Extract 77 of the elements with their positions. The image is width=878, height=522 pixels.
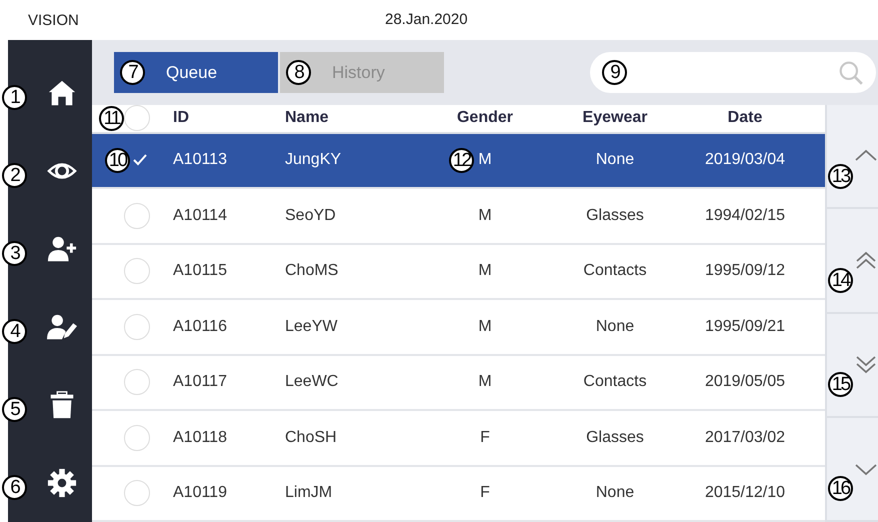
table-cell: 2019/05/05 bbox=[704, 373, 786, 390]
table-cell: A10119 bbox=[173, 484, 227, 502]
table-cell: None bbox=[596, 151, 634, 168]
settings-icon bbox=[47, 468, 77, 498]
table-cell: Glasses bbox=[586, 206, 644, 224]
callout-number: 2 bbox=[2, 163, 27, 188]
table-cell: A10115 bbox=[173, 262, 227, 280]
table-cell: ChoSH bbox=[285, 428, 337, 446]
table-cell: M bbox=[478, 151, 492, 168]
column-header: ID bbox=[172, 109, 190, 128]
table-cell: None bbox=[596, 484, 634, 502]
search-field[interactable]: 9 bbox=[590, 52, 876, 93]
column-header: Date bbox=[726, 109, 764, 128]
row-checkbox[interactable] bbox=[124, 480, 150, 506]
search-icon bbox=[838, 60, 864, 86]
table-cell: M bbox=[478, 373, 492, 390]
date-label: 28.Jan.2020 bbox=[385, 11, 468, 28]
table-cell: LeeWC bbox=[285, 373, 338, 390]
callout-number: 16 bbox=[828, 476, 853, 502]
row-checkbox[interactable] bbox=[124, 314, 150, 340]
callout-number: 3 bbox=[2, 241, 27, 266]
tab[interactable]: 8 History bbox=[280, 52, 444, 93]
callout-number: 15 bbox=[828, 372, 853, 398]
table-cell: None bbox=[596, 318, 634, 335]
callout-number: 10 bbox=[105, 148, 130, 173]
column-header: Gender bbox=[456, 109, 514, 128]
select-all-checkbox[interactable] bbox=[124, 105, 150, 132]
callout-number: 11 bbox=[99, 106, 124, 131]
callout-number: 4 bbox=[2, 319, 27, 344]
app-name: VISION bbox=[28, 12, 79, 28]
table-row[interactable]: A10117 LeeWC M Contacts 2019/05/05 bbox=[92, 356, 825, 411]
table-cell: A10114 bbox=[173, 206, 227, 224]
callout-number: 14 bbox=[828, 268, 853, 293]
table-cell: M bbox=[478, 318, 492, 335]
row-checkbox[interactable] bbox=[124, 202, 150, 229]
table-cell: 2017/03/02 bbox=[704, 428, 786, 446]
table-cell: A10113 bbox=[173, 151, 227, 168]
table-cell: LeeYW bbox=[285, 318, 338, 335]
callout-number: 12 bbox=[449, 148, 474, 174]
table-cell: 1994/02/15 bbox=[704, 206, 786, 224]
table-cell: Contacts bbox=[583, 373, 647, 390]
table-cell: A10118 bbox=[173, 428, 227, 446]
column-header: Name bbox=[285, 109, 330, 128]
table-cell: SeoYD bbox=[285, 206, 336, 224]
callout-number: 5 bbox=[2, 397, 27, 422]
row-checkbox[interactable] bbox=[124, 424, 150, 451]
table-row[interactable]: A10119 LimJM F None 2015/12/10 bbox=[92, 466, 825, 522]
table-cell: A10117 bbox=[173, 373, 227, 390]
table-cell: F bbox=[480, 484, 490, 502]
edit-person-icon bbox=[47, 312, 77, 342]
table-cell: 1995/09/21 bbox=[704, 318, 786, 335]
table-cell: Glasses bbox=[586, 428, 644, 446]
table-cell: 2015/12/10 bbox=[704, 484, 786, 502]
table-cell: 2019/03/04 bbox=[704, 151, 786, 168]
row-checkbox[interactable] bbox=[124, 369, 150, 396]
home-icon bbox=[47, 78, 77, 108]
callout-number: 9 bbox=[602, 60, 627, 85]
tab[interactable]: 7 Queue bbox=[114, 52, 278, 93]
callout-number: 13 bbox=[828, 164, 853, 189]
callout-number: 7 bbox=[120, 60, 145, 85]
table-cell: A10116 bbox=[173, 318, 227, 335]
column-header: Eyewear bbox=[582, 109, 648, 128]
table-cell: 1995/09/12 bbox=[704, 262, 786, 280]
table-cell: M bbox=[478, 206, 492, 224]
row-checkbox[interactable] bbox=[124, 258, 150, 284]
callout-number: 8 bbox=[286, 60, 311, 85]
table-cell: Contacts bbox=[583, 262, 647, 280]
add-person-icon bbox=[47, 234, 77, 264]
callout-number: 6 bbox=[2, 475, 27, 500]
callout-number: 1 bbox=[2, 85, 27, 110]
table-cell: ChoMS bbox=[285, 262, 338, 280]
table-row[interactable]: A10115 ChoMS M Contacts 1995/09/12 bbox=[92, 244, 825, 300]
table-cell: M bbox=[478, 262, 492, 280]
table-cell: F bbox=[480, 428, 490, 446]
table-cell: JungKY bbox=[285, 151, 342, 168]
table-cell: LimJM bbox=[285, 484, 332, 502]
table-row[interactable]: 10 A10113 JungKY 12 M None 2019/03/04 bbox=[92, 134, 825, 189]
